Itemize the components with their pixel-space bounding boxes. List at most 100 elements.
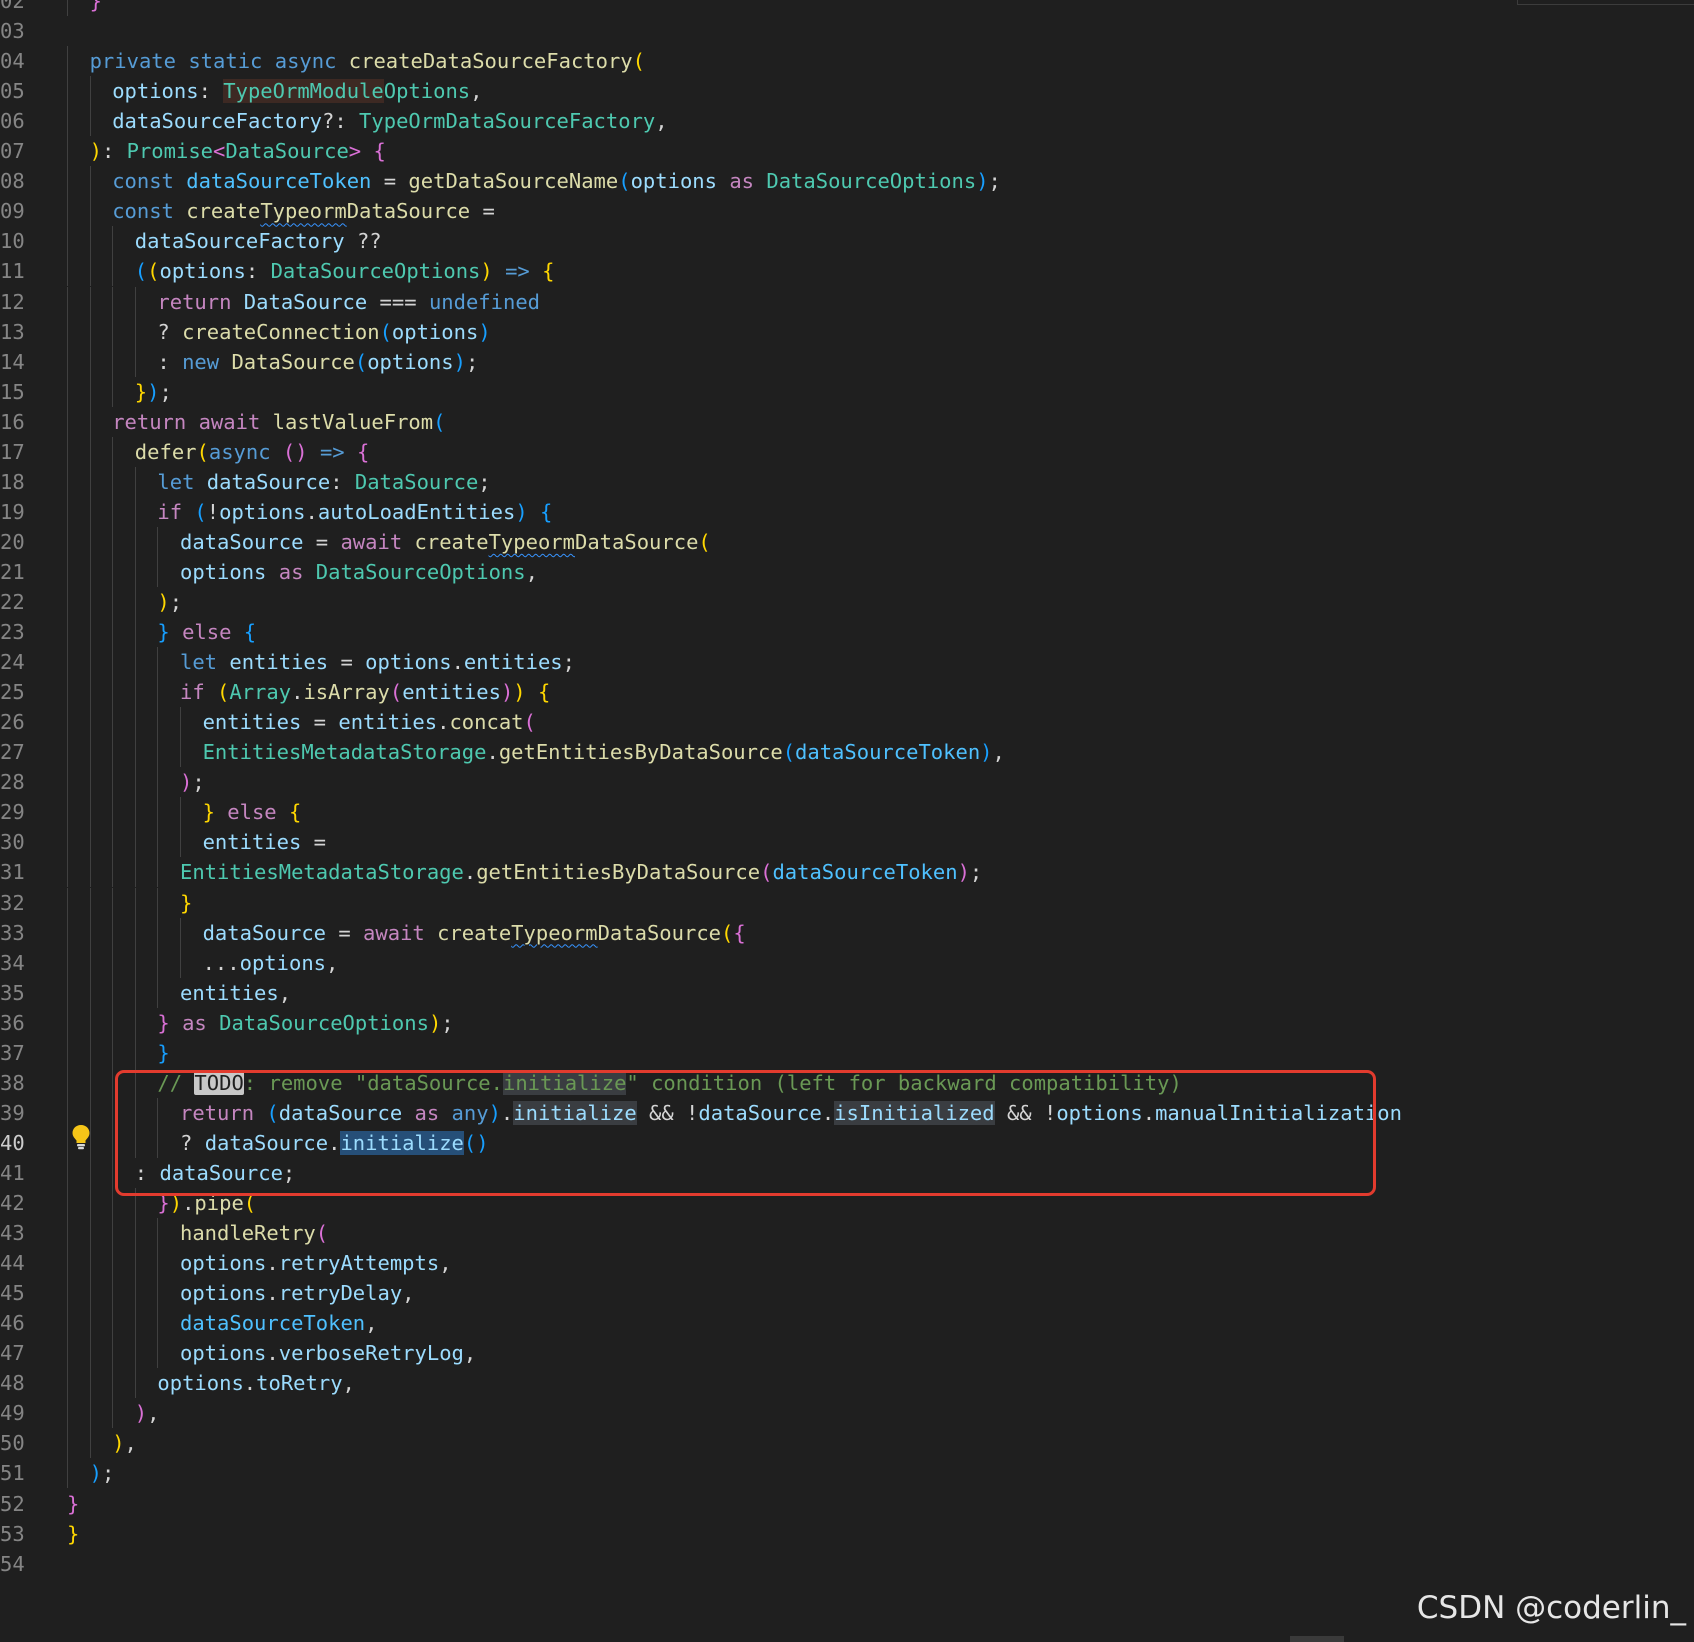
- code-line[interactable]: 08 const dataSourceToken = getDataSourceN…: [0, 166, 1694, 196]
- indent-guide: [157, 737, 159, 768]
- indent-guide: [89, 1248, 91, 1279]
- code-line[interactable]: 14: new DataSource(options);: [0, 347, 1694, 377]
- indent-guide: [112, 1037, 114, 1068]
- code-line[interactable]: 25 if (Array.isArray(entities)) {: [0, 677, 1694, 707]
- line-number: 17: [0, 439, 25, 464]
- code-line[interactable]: 23} else {: [0, 617, 1694, 647]
- code-line[interactable]: 17 defer(async () => {: [0, 437, 1694, 467]
- code-line[interactable]: 10 dataSourceFactory ??: [0, 226, 1694, 256]
- code-text: entities,: [180, 980, 292, 1005]
- indent-guide: [112, 526, 114, 557]
- code-line[interactable]: 22);: [0, 587, 1694, 617]
- indent-guide: [180, 797, 181, 828]
- indent-guide: [112, 1067, 114, 1098]
- indent-guide: [67, 1308, 68, 1339]
- code-line[interactable]: 33 dataSource = await createTypeormDataSo…: [0, 918, 1694, 948]
- code-line[interactable]: 04 private static async createDataSourceF…: [0, 46, 1694, 76]
- code-text: }: [157, 1040, 170, 1065]
- code-text: defer(async () => {: [134, 439, 370, 464]
- code-line[interactable]: 47 options.verboseRetryLog,: [0, 1338, 1694, 1368]
- code-line[interactable]: 07): Promise<DataSource> {: [0, 136, 1694, 166]
- line-number: 25: [0, 680, 25, 705]
- code-line[interactable]: 19 if (!options.autoLoadEntities) {: [0, 497, 1694, 527]
- code-line[interactable]: 24 let entities = options.entities;: [0, 647, 1694, 677]
- code-line[interactable]: 27 EntitiesMetadataStorage.getEntitiesByD…: [0, 737, 1694, 767]
- indent-guide: [67, 496, 68, 527]
- code-text: options.retryAttempts,: [180, 1251, 452, 1276]
- code-line[interactable]: 48 options.toRetry,: [0, 1368, 1694, 1398]
- code-text: let entities = options.entities;: [180, 650, 575, 675]
- code-line[interactable]: 49),: [0, 1398, 1694, 1428]
- code-line[interactable]: 11 ((options: DataSourceOptions) => {: [0, 256, 1694, 286]
- horizontal-scrollbar[interactable]: [1290, 1636, 1344, 1642]
- code-line[interactable]: 44 options.retryAttempts,: [0, 1248, 1694, 1278]
- code-line[interactable]: 35 entities,: [0, 978, 1694, 1008]
- indent-guide: [134, 977, 136, 1008]
- code-line[interactable]: 54: [0, 1549, 1694, 1579]
- code-line[interactable]: 16 return await lastValueFrom(: [0, 407, 1694, 437]
- code-text: }: [180, 890, 193, 915]
- code-line[interactable]: 05 options: TypeOrmModuleOptions,: [0, 76, 1694, 106]
- code-text: );: [89, 1461, 115, 1486]
- code-line[interactable]: 37}: [0, 1038, 1694, 1068]
- code-text: : new DataSource(options);: [157, 349, 479, 374]
- code-line[interactable]: 51);: [0, 1458, 1694, 1488]
- indent-guide: [89, 1368, 91, 1399]
- code-line[interactable]: 28);: [0, 767, 1694, 797]
- indent-guide: [134, 737, 136, 768]
- code-text: ),: [134, 1401, 160, 1426]
- code-line[interactable]: 30 entities =: [0, 827, 1694, 857]
- code-text: EntitiesMetadataStorage.getEntitiesByDat…: [180, 860, 983, 885]
- code-line[interactable]: 20 dataSource = await createTypeormDataSo…: [0, 527, 1694, 557]
- code-line[interactable]: 26 entities = entities.concat(: [0, 707, 1694, 737]
- code-line[interactable]: 12 return DataSource === undefined: [0, 287, 1694, 317]
- code-line[interactable]: 53}: [0, 1519, 1694, 1549]
- indent-guide: [134, 1037, 136, 1068]
- code-line[interactable]: 32}: [0, 888, 1694, 918]
- code-line[interactable]: 46 dataSourceToken,: [0, 1308, 1694, 1338]
- code-text: entities = entities.concat(: [202, 710, 536, 735]
- line-number: 13: [0, 319, 25, 344]
- indent-guide: [134, 647, 136, 678]
- code-text: dataSourceFactory?: TypeOrmDataSourceFac…: [112, 109, 668, 134]
- code-line[interactable]: 34 ...options,: [0, 948, 1694, 978]
- line-number: 34: [0, 950, 25, 975]
- code-line[interactable]: 03: [0, 16, 1694, 46]
- indent-guide: [112, 977, 114, 1008]
- line-number: 37: [0, 1040, 25, 1065]
- indent-guide: [134, 556, 136, 587]
- lightbulb-icon[interactable]: [71, 1124, 91, 1150]
- indent-guide: [67, 707, 68, 738]
- code-text: });: [134, 379, 172, 404]
- indent-guide: [157, 1278, 159, 1309]
- indent-guide: [67, 286, 68, 317]
- indent-guide: [157, 767, 159, 798]
- indent-guide: [89, 436, 91, 467]
- code-editor[interactable]: 02} 03 04 private static async createDataSo…: [0, 0, 1694, 1642]
- indent-guide: [112, 1248, 114, 1279]
- indent-guide: [67, 947, 68, 978]
- code-line[interactable]: 31 EntitiesMetadataStorage.getEntitiesByD…: [0, 857, 1694, 887]
- code-line[interactable]: 43 handleRetry(: [0, 1218, 1694, 1248]
- indent-guide: [67, 827, 68, 858]
- code-line[interactable]: 15});: [0, 377, 1694, 407]
- code-line[interactable]: 36} as DataSourceOptions);: [0, 1008, 1694, 1038]
- line-number: 40: [0, 1130, 25, 1155]
- code-line[interactable]: 02}: [0, 0, 1694, 16]
- indent-guide: [157, 947, 159, 978]
- code-line[interactable]: 29} else {: [0, 797, 1694, 827]
- indent-guide: [67, 166, 68, 197]
- code-line[interactable]: 52}: [0, 1489, 1694, 1519]
- indent-guide: [112, 947, 114, 978]
- code-line[interactable]: 09 const createTypeormDataSource =: [0, 196, 1694, 226]
- code-line[interactable]: 45 options.retryDelay,: [0, 1278, 1694, 1308]
- line-number: 05: [0, 79, 25, 104]
- code-line[interactable]: 18 let dataSource: DataSource;: [0, 467, 1694, 497]
- indent-guide: [134, 316, 136, 347]
- indent-guide: [112, 496, 114, 527]
- code-line[interactable]: 21 options as DataSourceOptions,: [0, 557, 1694, 587]
- code-line[interactable]: 06 dataSourceFactory?: TypeOrmDataSourceF…: [0, 106, 1694, 136]
- code-line[interactable]: 50),: [0, 1428, 1694, 1458]
- code-line[interactable]: 13 ? createConnection(options): [0, 317, 1694, 347]
- indent-guide: [67, 526, 68, 557]
